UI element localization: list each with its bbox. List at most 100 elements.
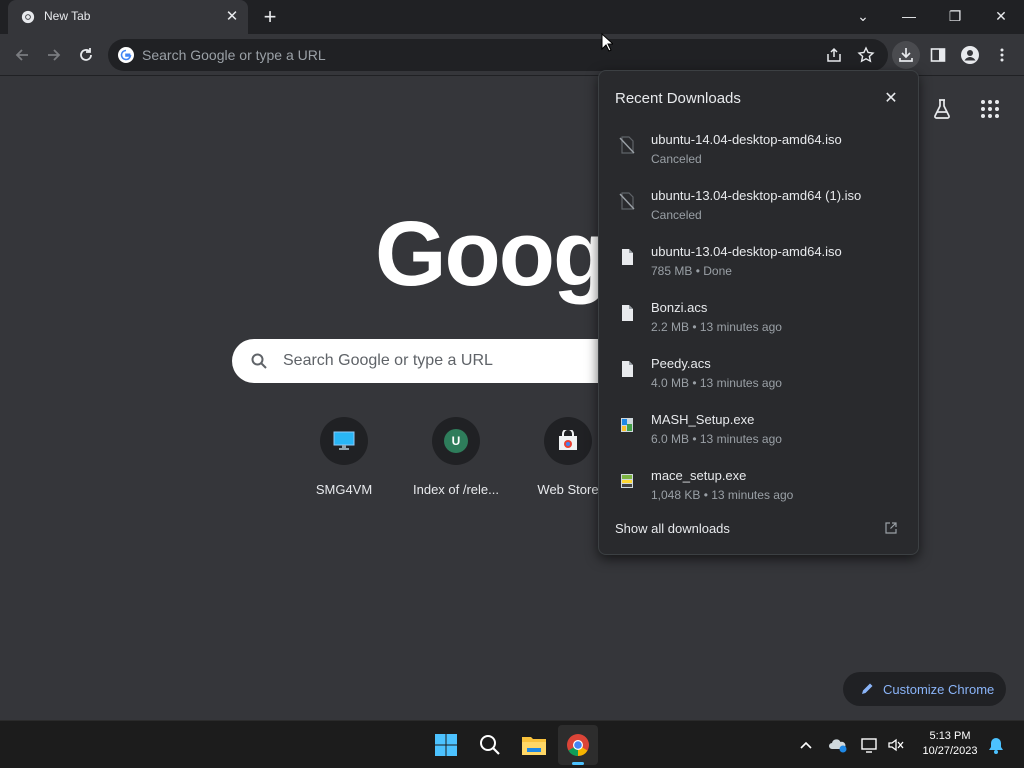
folder-icon — [522, 737, 546, 755]
reload-icon — [80, 48, 92, 61]
network-icon — [861, 738, 877, 753]
window-close-button[interactable]: ✕ — [978, 0, 1024, 32]
download-status: 785 MB • Done — [651, 264, 732, 278]
downloads-button[interactable] — [892, 41, 920, 69]
download-status: 6.0 MB • 13 minutes ago — [651, 432, 782, 446]
side-panel-icon — [930, 48, 946, 62]
canceled-file-icon — [619, 192, 635, 210]
onedrive-tray-icon[interactable] — [828, 735, 848, 755]
share-button[interactable] — [820, 41, 848, 69]
download-status: 2.2 MB • 13 minutes ago — [651, 320, 782, 334]
customize-chrome-label: Customize Chrome — [883, 682, 995, 697]
windows-taskbar: 5:13 PM 10/27/2023 — [0, 720, 1024, 768]
shortcut-smg4vm[interactable]: SMG4VM — [288, 415, 400, 505]
start-button[interactable] — [426, 725, 466, 765]
file-icon — [622, 361, 633, 377]
volume-tray-icon[interactable] — [886, 735, 906, 755]
taskbar-clock[interactable]: 5:13 PM 10/27/2023 — [912, 729, 988, 759]
network-tray-icon[interactable] — [860, 735, 880, 755]
star-icon — [857, 46, 875, 63]
downloads-bubble-title: Recent Downloads — [615, 90, 741, 107]
download-filename: ubuntu-13.04-desktop-amd64.iso — [651, 244, 842, 259]
file-icon — [622, 249, 633, 265]
forward-button[interactable] — [40, 41, 68, 69]
share-icon — [827, 47, 841, 62]
reload-button[interactable] — [72, 41, 100, 69]
installer-icon — [621, 474, 633, 488]
chrome-favicon-icon — [21, 10, 35, 24]
download-filename: Bonzi.acs — [651, 300, 708, 315]
active-app-indicator — [572, 762, 584, 765]
installer-icon — [621, 418, 633, 432]
download-status: 1,048 KB • 13 minutes ago — [651, 488, 794, 502]
tab-close-button[interactable]: ✕ — [222, 7, 242, 27]
shortcut-tile: U — [432, 417, 480, 465]
chevron-up-icon — [800, 741, 812, 749]
windows-logo-icon — [435, 734, 457, 756]
monitor-icon — [333, 431, 355, 450]
tab-search-button[interactable]: ⌄ — [840, 0, 886, 32]
omnibox[interactable] — [108, 39, 888, 71]
labs-button[interactable] — [930, 97, 954, 121]
speaker-muted-icon — [888, 738, 904, 752]
file-explorer-button[interactable] — [514, 725, 554, 765]
notifications-button[interactable] — [986, 735, 1006, 755]
taskbar-search-button[interactable] — [470, 725, 510, 765]
more-vert-icon — [1000, 48, 1004, 62]
download-filename: MASH_Setup.exe — [651, 412, 755, 427]
bookmark-star-button[interactable] — [852, 41, 880, 69]
download-status: Canceled — [651, 208, 702, 222]
flask-icon — [934, 99, 950, 119]
download-item[interactable]: Peedy.acs 4.0 MB • 13 minutes ago — [599, 348, 918, 404]
tab-strip: New Tab ✕ + ⌄ — ❐ ✕ — [0, 0, 1024, 34]
download-icon — [899, 48, 913, 62]
chrome-icon — [567, 734, 589, 756]
side-panel-button[interactable] — [924, 41, 952, 69]
download-item[interactable]: ubuntu-13.04-desktop-amd64.iso 785 MB • … — [599, 236, 918, 292]
customize-chrome-button[interactable]: Customize Chrome — [843, 672, 1006, 706]
shortcut-label: Index of /rele... — [413, 482, 499, 497]
shortcut-label: SMG4VM — [315, 482, 373, 497]
show-hidden-icons-button[interactable] — [796, 735, 816, 755]
cloud-info-icon — [829, 739, 847, 753]
new-tab-button[interactable]: + — [258, 5, 282, 29]
show-all-downloads-link[interactable]: Show all downloads — [615, 521, 730, 536]
download-filename: Peedy.acs — [651, 356, 711, 371]
download-filename: ubuntu-14.04-desktop-amd64.iso — [651, 132, 842, 147]
restore-button[interactable]: ❐ — [932, 0, 978, 32]
omnibox-input[interactable] — [142, 45, 802, 65]
download-filename: ubuntu-13.04-desktop-amd64 (1).iso — [651, 188, 862, 203]
back-button[interactable] — [8, 41, 36, 69]
download-status: Canceled — [651, 152, 702, 166]
download-status: 4.0 MB • 13 minutes ago — [651, 376, 782, 390]
download-filename: mace_setup.exe — [651, 468, 747, 483]
google-g-icon — [118, 47, 134, 63]
download-item[interactable]: ubuntu-13.04-desktop-amd64 (1).iso Cance… — [599, 180, 918, 236]
shortcut-tile — [544, 417, 592, 465]
profile-button[interactable] — [956, 41, 984, 69]
clock-date: 10/27/2023 — [922, 745, 978, 757]
downloads-bubble: Recent Downloads ✕ ubuntu-14.04-desktop-… — [598, 70, 919, 555]
download-item[interactable]: ubuntu-14.04-desktop-amd64.iso Canceled — [599, 124, 918, 180]
apps-grid-icon — [981, 100, 999, 118]
shortcut-index-of-releases[interactable]: U Index of /rele... — [400, 415, 512, 505]
arrow-left-icon — [15, 49, 28, 61]
downloads-bubble-close-button[interactable]: ✕ — [881, 89, 901, 109]
profile-icon — [961, 46, 979, 64]
download-item[interactable]: MASH_Setup.exe 6.0 MB • 13 minutes ago — [599, 404, 918, 460]
open-in-new-icon[interactable] — [885, 522, 897, 534]
chrome-taskbar-button[interactable] — [558, 725, 598, 765]
file-icon — [622, 305, 633, 321]
search-icon — [480, 735, 500, 755]
download-item[interactable]: mace_setup.exe 1,048 KB • 13 minutes ago — [599, 460, 918, 516]
download-item[interactable]: Bonzi.acs 2.2 MB • 13 minutes ago — [599, 292, 918, 348]
google-apps-button[interactable] — [978, 97, 1002, 121]
chrome-menu-button[interactable] — [988, 41, 1016, 69]
letter-u-icon: U — [444, 429, 468, 453]
tab-title: New Tab — [44, 9, 91, 23]
clock-time: 5:13 PM — [929, 730, 971, 742]
pencil-icon — [862, 683, 873, 694]
minimize-button[interactable]: — — [886, 0, 932, 32]
tab-new-tab[interactable]: New Tab ✕ — [8, 0, 248, 34]
mouse-cursor-icon — [601, 33, 613, 52]
